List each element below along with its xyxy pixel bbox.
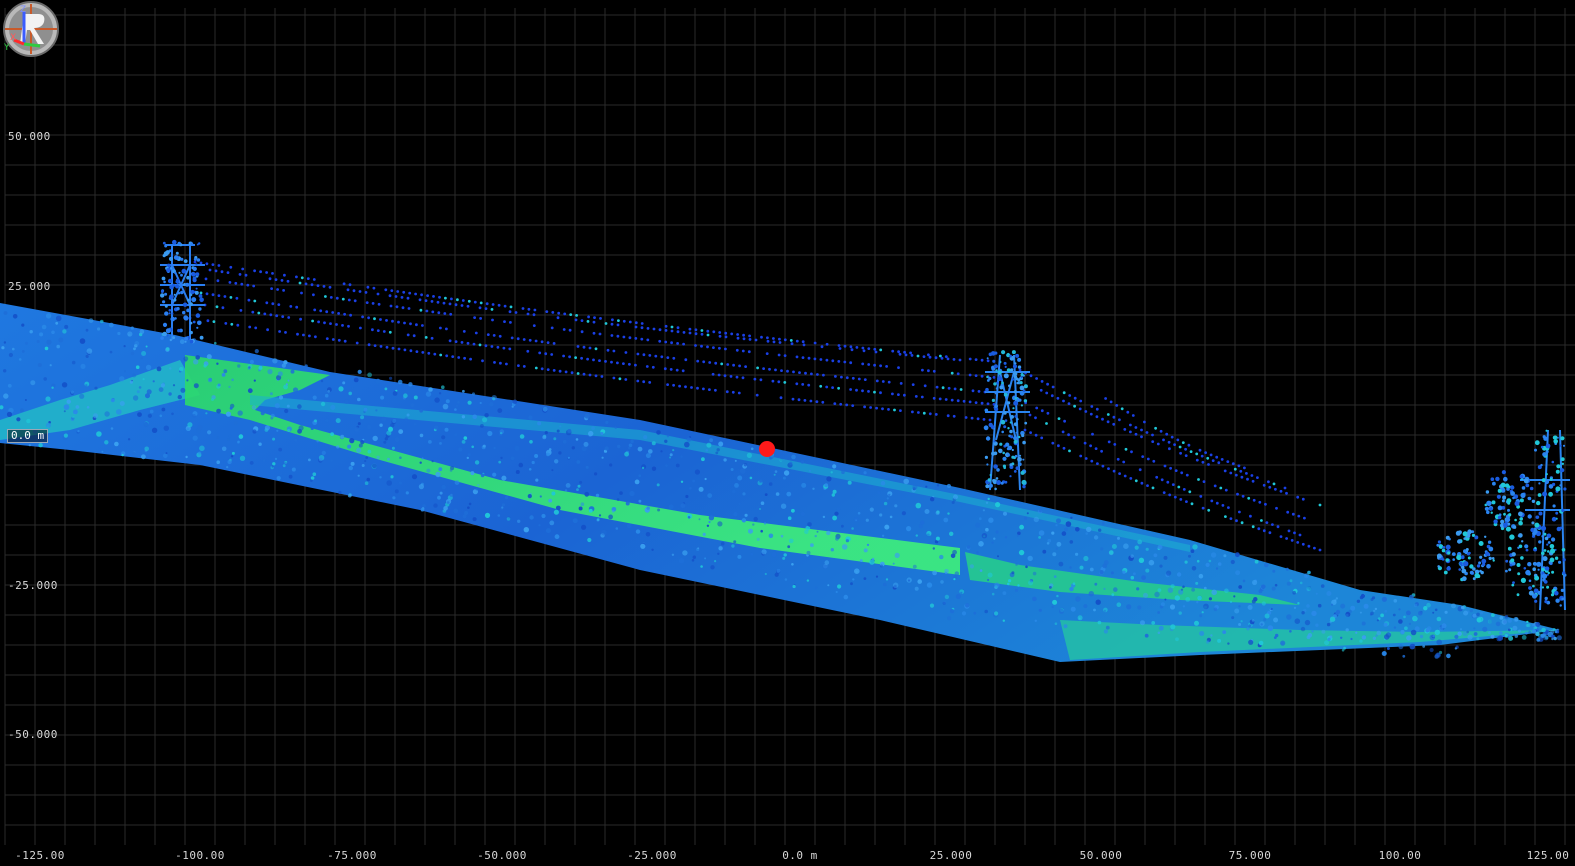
x-axis-label: 100.00 xyxy=(1378,849,1422,862)
y-axis-label-25: 25.000 xyxy=(8,280,51,293)
y-axis-label-neg50: -50.000 xyxy=(8,728,58,741)
axis-triad-y-label: Y xyxy=(3,43,10,53)
x-axis-label: 25.000 xyxy=(929,849,973,862)
x-axis-label: 50.000 xyxy=(1079,849,1123,862)
x-axis-label: 75.000 xyxy=(1228,849,1272,862)
y-axis-zero-label: 0.0 m xyxy=(7,429,49,443)
x-axis-label: -50.000 xyxy=(477,849,527,862)
x-axis-label: 125.00 xyxy=(1526,849,1570,862)
ground-surface xyxy=(0,303,1560,662)
xyz-axis-triad-icon: Z Y X xyxy=(3,5,41,53)
point-cloud-viewport[interactable]: 50.000 25.000 0.0 m -25.000 -50.000 -125… xyxy=(0,0,1575,866)
vegetation-points xyxy=(1436,470,1556,599)
axis-triad-x-label: X xyxy=(10,33,16,43)
axis-triad-z-label: Z xyxy=(20,5,26,15)
x-axis-label: -125.00 xyxy=(15,849,65,862)
y-axis-label-50: 50.000 xyxy=(8,130,51,143)
x-axis-label: -100.00 xyxy=(175,849,225,862)
x-axis-label: 0.0 m xyxy=(782,849,818,862)
selected-point-marker[interactable] xyxy=(759,441,775,457)
y-axis-label-neg25: -25.000 xyxy=(8,579,58,592)
point-cloud-scene[interactable] xyxy=(0,0,1575,866)
x-axis-label: -25.000 xyxy=(627,849,677,862)
x-axis-label: -75.000 xyxy=(327,849,377,862)
